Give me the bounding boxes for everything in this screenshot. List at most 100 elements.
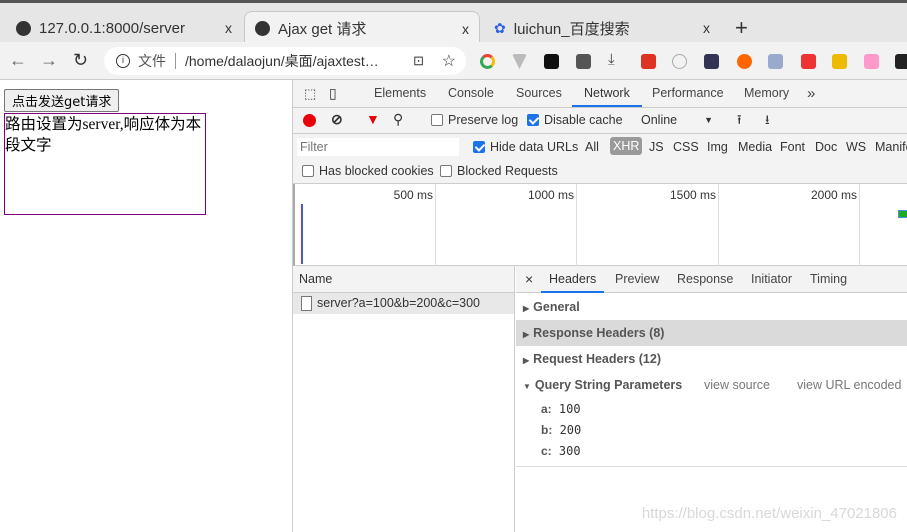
devtools-tabbar: ⬚ ▯ Elements Console Sources Network Per…: [293, 80, 907, 108]
chrome-extension-icon[interactable]: [480, 54, 495, 69]
extension-icon[interactable]: [864, 54, 879, 69]
divider: [516, 466, 907, 467]
page-content: 点击发送get请求 路由设置为server,响应体为本段文字: [0, 80, 292, 532]
browser-tab-active[interactable]: Ajax get 请求 x: [244, 11, 480, 45]
preserve-log-checkbox[interactable]: Preserve log: [431, 113, 518, 127]
details-tab-timing[interactable]: Timing: [810, 266, 847, 293]
filter-icon[interactable]: ▼: [366, 111, 380, 127]
filter-type-img[interactable]: Img: [707, 140, 728, 154]
request-bar: [898, 210, 907, 218]
divider: [175, 53, 176, 69]
network-toolbar: ⊘ ▼ ⚲ Preserve log Disable cache Online ▼…: [293, 108, 907, 134]
close-tab-icon[interactable]: x: [462, 21, 469, 37]
timeline-tick: 2000 ms: [719, 184, 860, 266]
extension-icon[interactable]: [737, 54, 752, 69]
info-icon: i: [116, 54, 130, 68]
close-tab-icon[interactable]: x: [225, 20, 232, 36]
extension-icon[interactable]: [544, 54, 559, 69]
extension-icon[interactable]: [641, 54, 656, 69]
url-text: /home/dalaojun/桌面/ajaxtest…: [185, 53, 379, 69]
security-label: 文件: [138, 53, 166, 69]
back-icon[interactable]: ←: [9, 50, 27, 71]
devtools-panel: ⬚ ▯ Elements Console Sources Network Per…: [292, 80, 907, 532]
vue-extension-icon[interactable]: [512, 54, 527, 69]
inspect-element-icon[interactable]: ⬚: [304, 86, 316, 102]
more-tabs-button[interactable]: »: [807, 80, 815, 107]
star-icon[interactable]: ☆: [442, 51, 456, 71]
filter-type-manifest[interactable]: Manife: [875, 140, 907, 154]
timeline-tick: 1500 ms: [577, 184, 719, 266]
device-toolbar-icon[interactable]: ▯: [329, 85, 337, 102]
puzzle-extensions-icon[interactable]: [895, 54, 907, 69]
extension-icon[interactable]: [832, 54, 847, 69]
filter-type-css[interactable]: CSS: [673, 140, 699, 154]
request-details: × Headers Preview Response Initiator Tim…: [516, 266, 907, 532]
timeline-tick: 500 ms: [295, 184, 436, 266]
filter-bar: Hide data URLs All XHR JS CSS Img Media …: [293, 134, 907, 184]
download-extension-icon[interactable]: ⤓: [608, 51, 623, 68]
query-param: b: 200: [541, 423, 582, 437]
new-tab-button[interactable]: +: [735, 15, 748, 41]
browser-tab[interactable]: 127.0.0.1:8000/server x: [6, 11, 242, 45]
name-column-header[interactable]: Name: [293, 266, 514, 293]
throttle-select[interactable]: Online ▼: [641, 113, 713, 127]
img-extension-icon[interactable]: [704, 54, 719, 69]
disable-cache-checkbox[interactable]: Disable cache: [527, 113, 623, 127]
send-get-request-button[interactable]: 点击发送get请求: [4, 89, 120, 112]
timeline-overview[interactable]: 500 ms 1000 ms 1500 ms 2000 ms: [293, 184, 907, 266]
import-har-icon[interactable]: ⭱: [737, 111, 742, 133]
extension-icon[interactable]: [576, 54, 591, 69]
request-row[interactable]: server?a=100&b=200&c=300: [293, 293, 514, 314]
request-list: Name server?a=100&b=200&c=300: [293, 266, 515, 532]
section-query-string[interactable]: ▼ Query String Parameters view source vie…: [516, 372, 907, 398]
filter-type-ws[interactable]: WS: [846, 140, 866, 154]
tab-sources[interactable]: Sources: [516, 80, 562, 107]
close-tab-icon[interactable]: x: [703, 20, 710, 36]
tab-network[interactable]: Network: [572, 80, 642, 107]
translate-icon[interactable]: ⊡: [413, 53, 424, 69]
filter-type-media[interactable]: Media: [738, 140, 772, 154]
baidu-paw-icon: ✿: [494, 19, 506, 36]
result-box: 路由设置为server,响应体为本段文字: [4, 113, 206, 215]
view-url-encoded-link[interactable]: view URL encoded: [797, 372, 901, 398]
tab-console[interactable]: Console: [448, 80, 494, 107]
dom-content-loaded-marker: [301, 204, 303, 264]
view-source-link[interactable]: view source: [704, 372, 770, 398]
extension-icon[interactable]: [672, 54, 687, 69]
hide-data-urls-checkbox[interactable]: Hide data URLs: [473, 140, 578, 154]
filter-type-all[interactable]: All: [585, 140, 599, 154]
tab-memory[interactable]: Memory: [744, 80, 789, 107]
tab-performance[interactable]: Performance: [652, 80, 724, 107]
clear-icon[interactable]: ⊘: [331, 111, 343, 128]
details-tab-headers[interactable]: Headers: [541, 266, 605, 293]
section-request-headers[interactable]: ▶ Request Headers (12): [516, 346, 907, 372]
record-icon[interactable]: [303, 114, 316, 127]
has-blocked-cookies-checkbox[interactable]: Has blocked cookies: [302, 164, 434, 178]
watermark: https://blog.csdn.net/weixin_47021806: [641, 505, 897, 522]
extension-icon[interactable]: [768, 54, 783, 69]
filter-type-font[interactable]: Font: [780, 140, 805, 154]
blocked-requests-checkbox[interactable]: Blocked Requests: [440, 164, 558, 178]
browser-tab[interactable]: ✿ luichun_百度搜索 x: [484, 11, 720, 45]
globe-icon: [255, 21, 270, 36]
export-har-icon[interactable]: ⭳: [765, 111, 770, 133]
filter-type-js[interactable]: JS: [649, 140, 664, 154]
forward-icon[interactable]: →: [40, 50, 58, 71]
tab-title: 127.0.0.1:8000/server: [39, 19, 185, 37]
section-response-headers[interactable]: ▶ Response Headers (8): [516, 320, 907, 346]
tab-elements[interactable]: Elements: [374, 80, 426, 107]
filter-input[interactable]: [297, 138, 459, 156]
search-icon[interactable]: ⚲: [393, 111, 403, 128]
address-bar[interactable]: i 文件 /home/dalaojun/桌面/ajaxtest… ⊡ ☆: [104, 47, 466, 75]
filter-type-xhr[interactable]: XHR: [610, 137, 643, 155]
filter-type-doc[interactable]: Doc: [815, 140, 837, 154]
v-extension-icon[interactable]: [801, 54, 816, 69]
details-tab-preview[interactable]: Preview: [615, 266, 659, 293]
details-tab-initiator[interactable]: Initiator: [751, 266, 792, 293]
close-details-button[interactable]: ×: [525, 271, 533, 287]
details-tab-response[interactable]: Response: [677, 266, 733, 293]
reload-icon[interactable]: ↻: [73, 50, 88, 71]
tab-bar: 127.0.0.1:8000/server x Ajax get 请求 x ✿ lui…: [0, 0, 907, 45]
section-general[interactable]: ▶ General: [516, 294, 907, 320]
tab-title: Ajax get 请求: [278, 21, 367, 38]
